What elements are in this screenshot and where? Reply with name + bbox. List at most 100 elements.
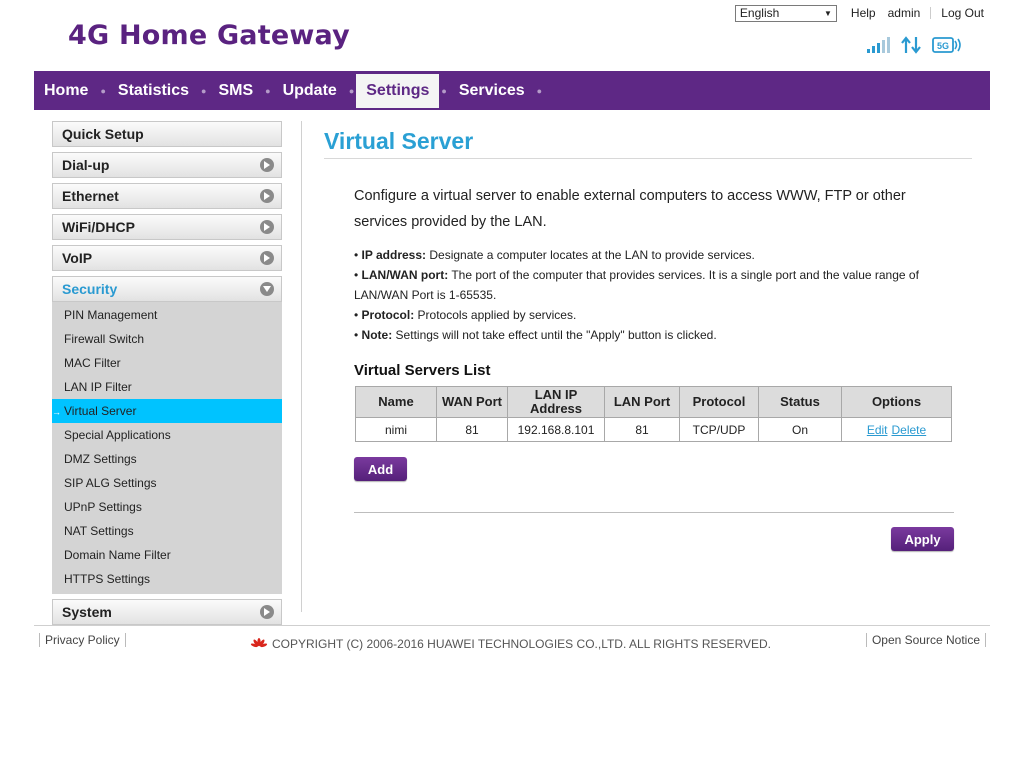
sidebar-item-firewall-switch[interactable]: Firewall Switch — [52, 327, 282, 351]
chevron-down-icon — [260, 282, 274, 296]
sidebar-item-upnp-settings[interactable]: UPnP Settings — [52, 495, 282, 519]
edit-link[interactable]: Edit — [867, 423, 888, 437]
divider — [354, 512, 954, 513]
sidebar-item-special-applications[interactable]: Special Applications — [52, 423, 282, 447]
note-label: Note: — [361, 328, 393, 342]
sidebar-system[interactable]: System — [52, 599, 282, 625]
sidebar-item-label: Virtual Server — [64, 404, 137, 418]
language-value: English — [739, 6, 780, 20]
sidebar-item-nat-settings[interactable]: NAT Settings — [52, 519, 282, 543]
cell-lan-ip: 192.168.8.101 — [507, 417, 605, 442]
sidebar-label: WiFi/DHCP — [62, 219, 135, 235]
column-header: LAN IP Address — [507, 386, 605, 418]
sidebar-quick-setup[interactable]: Quick Setup — [52, 121, 282, 147]
divider — [34, 625, 990, 626]
page-title: Virtual Server — [324, 128, 474, 154]
column-header: Status — [758, 386, 842, 418]
cell-options: Edit Delete — [841, 417, 952, 442]
chevron-down-icon: ▼ — [824, 8, 832, 18]
add-button[interactable]: Add — [354, 457, 407, 481]
nav-separator: ● — [201, 85, 207, 96]
language-select[interactable]: English ▼ — [734, 4, 837, 22]
sidebar-ethernet[interactable]: Ethernet — [52, 183, 282, 209]
sidebar-item-lan-ip-filter[interactable]: LAN IP Filter — [52, 375, 282, 399]
sidebar-item-https-settings[interactable]: HTTPS Settings — [52, 567, 282, 591]
nav-statistics[interactable]: Statistics — [108, 74, 199, 108]
nav-separator: ● — [100, 85, 106, 96]
note-item: • Protocol: Protocols applied by service… — [354, 308, 577, 322]
open-source-notice-link[interactable]: Open Source Notice — [865, 633, 986, 647]
privacy-policy-link[interactable]: Privacy Policy — [39, 633, 126, 647]
copyright: COPYRIGHT (C) 2006-2016 HUAWEI TECHNOLOG… — [250, 637, 771, 651]
sidebar-dialup[interactable]: Dial-up — [52, 152, 282, 178]
column-header: WAN Port — [436, 386, 508, 418]
cell-protocol: TCP/UDP — [679, 417, 759, 442]
nav-separator: ● — [536, 85, 543, 96]
apply-button[interactable]: Apply — [891, 527, 954, 551]
cell-name: nimi — [355, 417, 437, 442]
huawei-logo-icon — [250, 637, 268, 647]
sidebar-label: Quick Setup — [62, 126, 144, 142]
divider — [301, 121, 302, 612]
note-text: Designate a computer locates at the LAN … — [426, 248, 755, 262]
note-label: IP address: — [361, 248, 427, 262]
sidebar-wifi-dhcp[interactable]: WiFi/DHCP — [52, 214, 282, 240]
chevron-right-icon — [260, 189, 274, 203]
note-item: • LAN/WAN port: The port of the computer… — [354, 268, 919, 302]
sidebar-label: Security — [62, 281, 118, 297]
cell-status: On — [758, 417, 842, 442]
svg-text:5G: 5G — [937, 41, 949, 51]
chevron-right-icon — [260, 251, 274, 265]
copyright-text: COPYRIGHT (C) 2006-2016 HUAWEI TECHNOLOG… — [272, 637, 772, 651]
logout-link[interactable]: Log Out — [935, 6, 990, 20]
note-label: LAN/WAN port: — [361, 268, 449, 282]
table-row: nimi 81 192.168.8.101 81 TCP/UDP On Edit… — [355, 417, 952, 442]
sidebar-item-virtual-server[interactable]: → Virtual Server — [52, 399, 282, 423]
notes-list: • IP address: Designate a computer locat… — [354, 245, 954, 345]
nav-home[interactable]: Home — [34, 74, 98, 108]
note-item: • IP address: Designate a computer locat… — [354, 248, 755, 262]
header: 4G Home Gateway English ▼ Help admin Log… — [34, 0, 990, 71]
chevron-right-icon — [260, 220, 274, 234]
nav-sms[interactable]: SMS — [208, 74, 263, 108]
status-icons: 5G — [866, 36, 962, 54]
data-transfer-icon — [901, 36, 921, 54]
column-header: Protocol — [679, 386, 759, 418]
sidebar-label: Dial-up — [62, 157, 110, 173]
sidebar-item-pin-management[interactable]: PIN Management — [52, 303, 282, 327]
network-type-icon: 5G — [932, 37, 961, 53]
sidebar-label: Ethernet — [62, 188, 119, 204]
sidebar-item-mac-filter[interactable]: MAC Filter — [52, 351, 282, 375]
column-header: Options — [841, 386, 952, 418]
cell-wan-port: 81 — [436, 417, 508, 442]
sidebar-security[interactable]: Security — [52, 276, 282, 302]
arrow-right-icon: → — [52, 407, 61, 417]
nav-separator: ● — [265, 85, 271, 96]
nav-update[interactable]: Update — [273, 74, 347, 108]
nav-separator: ● — [441, 85, 447, 96]
sidebar-item-dmz-settings[interactable]: DMZ Settings — [52, 447, 282, 471]
chevron-right-icon — [260, 158, 274, 172]
delete-link[interactable]: Delete — [892, 423, 927, 437]
sidebar-item-sip-alg-settings[interactable]: SIP ALG Settings — [52, 471, 282, 495]
note-text: Settings will not take effect until the … — [392, 328, 717, 342]
sidebar-item-domain-name-filter[interactable]: Domain Name Filter — [52, 543, 282, 567]
nav-services[interactable]: Services — [449, 74, 535, 108]
virtual-servers-table: Name WAN Port LAN IP Address LAN Port Pr… — [355, 386, 952, 442]
note-label: Protocol: — [361, 308, 415, 322]
sidebar: Quick Setup Dial-up Ethernet WiFi/DHCP V… — [52, 121, 282, 630]
note-item: • Note: Settings will not take effect un… — [354, 328, 717, 342]
divider — [930, 7, 932, 19]
help-link[interactable]: Help — [845, 6, 882, 20]
user-link[interactable]: admin — [882, 6, 927, 20]
cell-lan-port: 81 — [604, 417, 680, 442]
divider — [324, 158, 972, 159]
sidebar-label: VoIP — [62, 250, 93, 266]
table-header-row: Name WAN Port LAN IP Address LAN Port Pr… — [355, 386, 952, 418]
main-nav: Home ● Statistics ● SMS ● Update ● Setti… — [34, 71, 990, 110]
nav-settings[interactable]: Settings — [356, 73, 440, 108]
column-header: Name — [355, 386, 437, 418]
sidebar-voip[interactable]: VoIP — [52, 245, 282, 271]
brand-title: 4G Home Gateway — [68, 20, 350, 51]
column-header: LAN Port — [604, 386, 680, 418]
